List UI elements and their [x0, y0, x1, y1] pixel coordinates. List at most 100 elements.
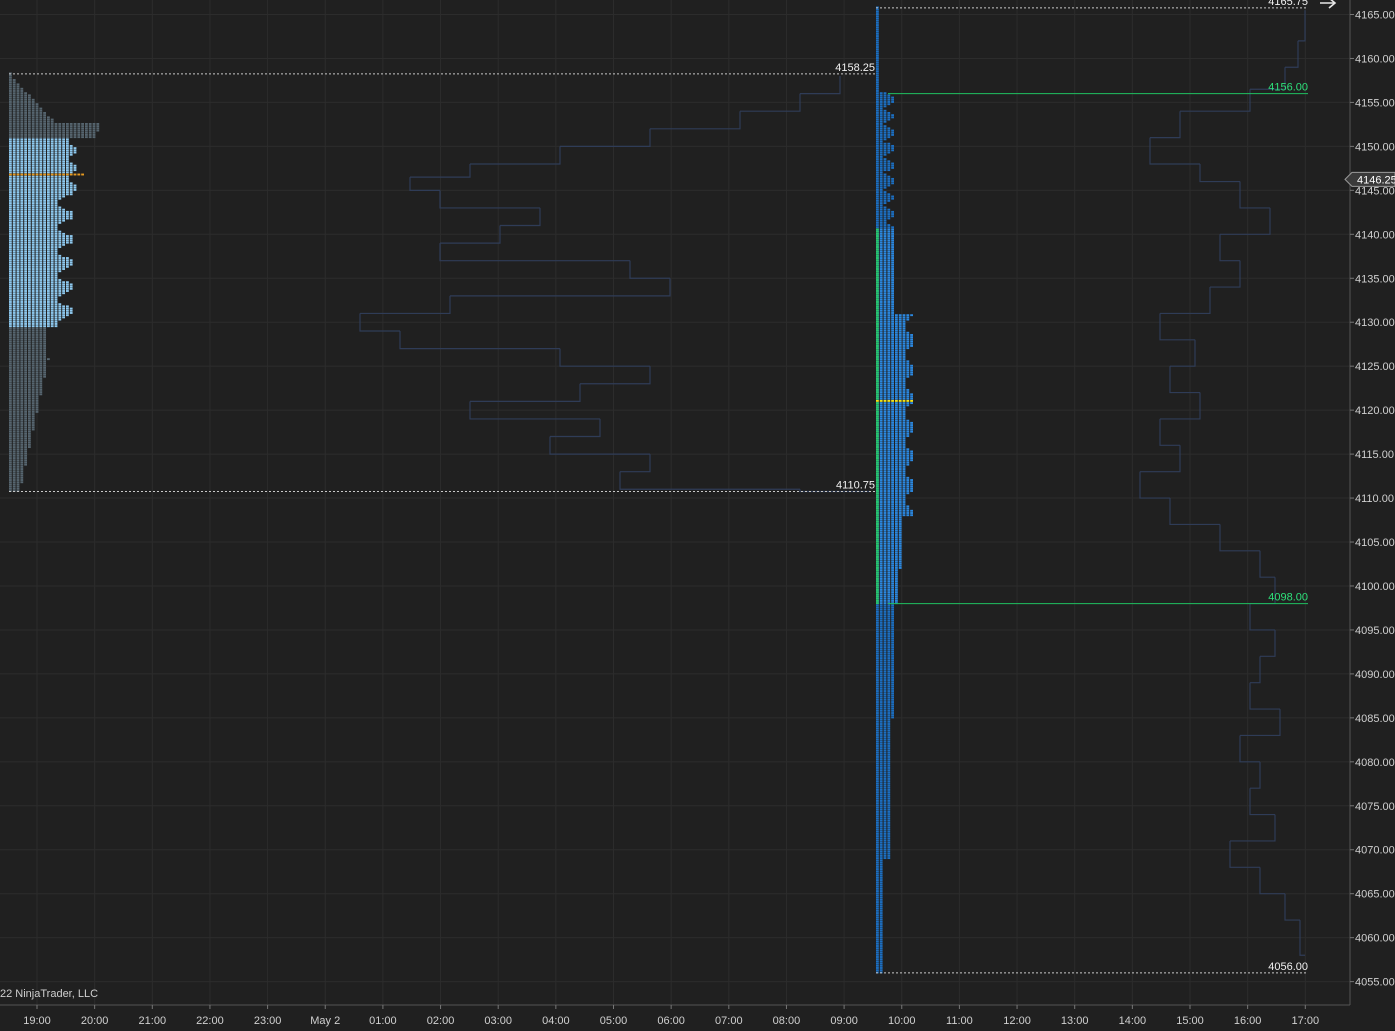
current-profile-block [876, 747, 879, 750]
current-profile-block [902, 364, 906, 367]
current-profile-block [910, 402, 913, 405]
current-profile-block [879, 276, 883, 279]
current-profile-block [879, 118, 883, 121]
current-profile-block [898, 373, 902, 376]
prior-profile-block [12, 309, 16, 312]
current-profile-block [879, 639, 883, 642]
current-profile-block [891, 608, 894, 611]
current-profile-block [876, 690, 879, 692]
current-profile-block [883, 775, 887, 778]
prior-profile-block [12, 226, 16, 229]
prior-profile-block [28, 261, 31, 264]
prior-profile-block [31, 301, 35, 303]
current-profile-block [876, 606, 879, 609]
current-profile-block [910, 514, 913, 517]
prior-profile-block [35, 276, 39, 279]
prior-profile-block [24, 443, 27, 446]
tpo-value-area-block [876, 525, 879, 528]
current-profile-block [891, 628, 894, 631]
prior-profile-block [62, 173, 65, 176]
prior-profile-block [35, 395, 39, 398]
prior-profile-block [66, 158, 69, 161]
prior-profile-block [43, 208, 46, 211]
tpo-value-area-block [876, 314, 879, 317]
current-profile-block [883, 591, 887, 594]
prior-profile-block [12, 281, 16, 284]
market-profile-chart[interactable]: 4158.254110.754165.754056.004156.004098.… [0, 0, 1395, 1031]
current-profile-block [887, 232, 891, 235]
time-tick-label: May 2 [310, 1015, 340, 1027]
current-profile-block [876, 129, 879, 132]
prior-profile-block [16, 452, 20, 455]
current-profile-block [887, 362, 891, 365]
current-profile-block [887, 720, 891, 723]
current-profile-block [902, 514, 906, 517]
prior-profile-block [12, 232, 16, 235]
current-profile-block [891, 432, 894, 435]
prior-profile-block [24, 182, 27, 185]
current-profile-block [883, 393, 887, 396]
current-profile-block [902, 329, 906, 332]
prior-profile-block [9, 375, 12, 378]
prior-profile-block [20, 312, 24, 314]
prior-profile-block [43, 175, 46, 178]
current-profile-block [887, 149, 891, 152]
current-profile-block [887, 452, 891, 455]
current-profile-block [895, 364, 898, 367]
prior-profile-block [39, 158, 43, 161]
current-profile-block [887, 479, 891, 481]
prior-profile-block [81, 173, 84, 176]
current-profile-block [895, 459, 898, 462]
prior-profile-block [9, 419, 12, 422]
current-profile-block [902, 498, 906, 501]
current-profile-block [879, 668, 883, 671]
prior-profile-block [31, 316, 35, 319]
prior-profile-block [12, 151, 16, 154]
current-profile-block [876, 654, 879, 657]
current-profile-block [898, 342, 902, 345]
tpo-value-area-block [876, 382, 879, 385]
prior-profile-block [66, 257, 69, 259]
prior-profile-block [96, 125, 100, 128]
prior-profile-block [47, 123, 50, 125]
prior-profile-block [28, 340, 31, 343]
prior-profile-block [66, 182, 69, 185]
current-profile-block [891, 421, 894, 424]
prior-profile-block [77, 131, 81, 134]
current-profile-block [898, 384, 902, 387]
current-profile-block [895, 503, 898, 506]
current-profile-block [879, 446, 883, 449]
current-profile-block [876, 929, 879, 932]
prior-profile-block [20, 252, 24, 255]
prior-profile-block [28, 362, 31, 365]
current-profile-block [887, 287, 891, 290]
prior-profile-block [12, 125, 16, 128]
prior-profile-block [35, 406, 39, 409]
current-profile-block [891, 709, 894, 712]
current-profile-block [876, 142, 879, 145]
prior-profile-block [43, 347, 46, 350]
prior-profile-block [35, 246, 39, 248]
prior-profile-block [69, 215, 73, 218]
time-tick-label: 16:00 [1234, 1015, 1262, 1027]
current-profile-block [883, 92, 887, 95]
current-profile-block [883, 709, 887, 712]
current-profile-block [879, 399, 883, 402]
current-profile-block [879, 230, 883, 233]
current-profile-block [879, 566, 883, 569]
prior-profile-block [43, 276, 46, 279]
current-profile-block [883, 320, 887, 323]
prior-profile-block [62, 125, 65, 128]
prior-profile-block [54, 191, 58, 194]
current-profile-block [879, 883, 883, 886]
tpo-value-area-block [876, 474, 879, 477]
prior-profile-block [28, 318, 31, 321]
tpo-value-area-block [876, 507, 879, 510]
current-profile-block [898, 441, 902, 444]
current-profile-block [887, 619, 891, 622]
current-profile-block [876, 837, 879, 840]
prior-profile-block [43, 254, 46, 257]
current-profile-block [891, 182, 894, 185]
prior-profile-block [39, 123, 43, 125]
current-profile-block [887, 566, 891, 569]
